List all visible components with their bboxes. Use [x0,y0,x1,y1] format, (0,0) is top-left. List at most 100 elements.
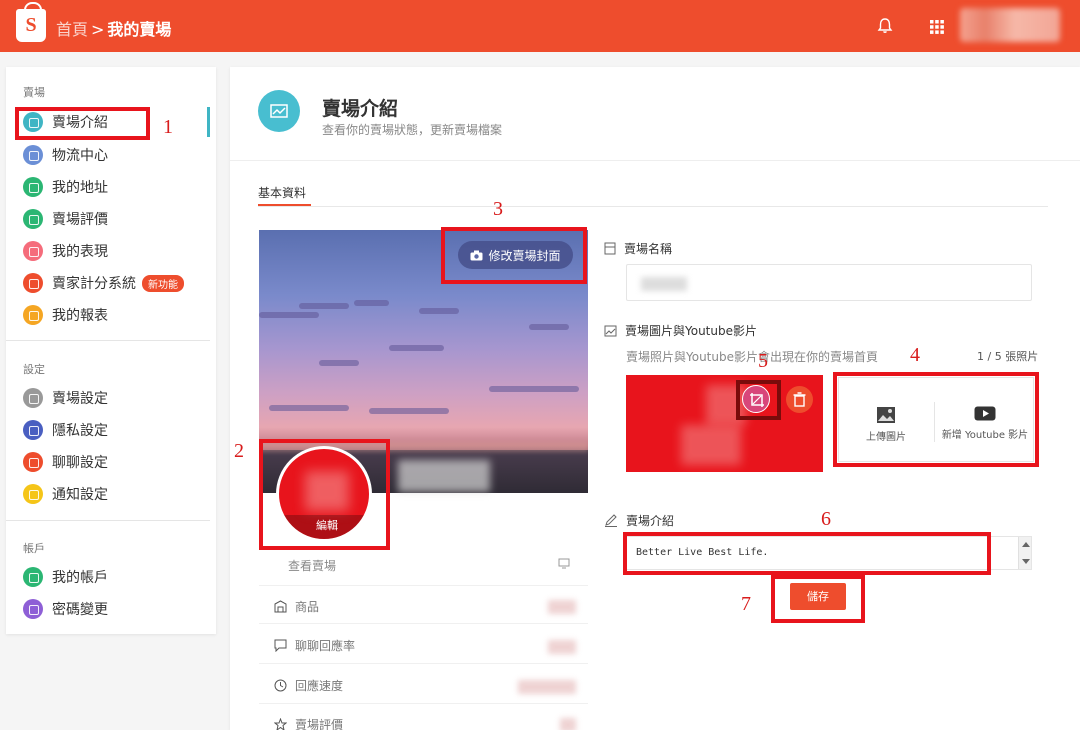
shop-intro-header-icon [258,90,300,132]
media-label: 賣場圖片與Youtube影片 [604,322,757,339]
stat-products: 商品 [274,598,319,615]
image-icon [604,325,617,336]
annotation-box-4 [833,372,1039,467]
location-icon [23,177,43,197]
sidebar-section-title: 帳戶 [23,542,45,555]
media-description: 賣場照片與Youtube影片會出現在你的賣場首頁 [626,350,878,364]
bell-icon[interactable] [876,17,894,35]
new-feature-badge: 新功能 [142,274,184,292]
intro-label-text: 賣場介紹 [626,514,675,528]
stat-label: 聊聊回應率 [295,639,356,653]
annotation-number-1: 1 [163,116,173,138]
sidebar-item-chat-settings[interactable]: 聊聊設定 [23,450,213,474]
stat-divider [259,703,588,704]
sidebar-item-ratings[interactable]: 賣場評價 [23,207,213,231]
key-icon [23,599,43,619]
sidebar-section-title: 賣場 [23,86,45,99]
page-subtitle: 查看你的賣場狀態，更新賣場檔案 [322,123,503,137]
annotation-box-7 [771,575,865,623]
breadcrumb: 首頁 > 我的賣場 [56,16,171,40]
annotation-number-7: 7 [741,593,751,615]
page-title: 賣場介紹 [322,98,399,120]
stat-value-blurred [548,640,576,654]
breadcrumb-current: 我的賣場 [107,20,172,39]
annotation-number-3: 3 [493,198,503,220]
sidebar-divider [6,520,210,521]
stat-rating: 賣場評價 [274,716,343,730]
chart-icon [23,241,43,261]
truck-icon [23,145,43,165]
store-sign-icon [604,242,616,255]
star-icon [23,209,43,229]
pencil-icon [605,514,617,527]
stat-divider [259,623,588,624]
sidebar-item-reports[interactable]: 我的報表 [23,303,213,327]
breadcrumb-home[interactable]: 首頁 [56,20,88,39]
stat-value-blurred [548,600,576,614]
sidebar-item-seller-score[interactable]: 賣家計分系統 新功能 [23,271,213,295]
intro-scrollbar[interactable] [1018,537,1031,569]
user-account-blurred[interactable] [960,8,1060,42]
annotation-number-6: 6 [821,508,831,530]
account-icon [23,567,43,587]
sidebar-item-label: 通知設定 [52,487,108,503]
sidebar-item-change-password[interactable]: 密碼變更 [23,597,213,621]
sidebar-item-label: 隱私設定 [52,423,108,439]
shop-name-input[interactable] [626,264,1032,301]
sidebar-item-privacy[interactable]: 隱私設定 [23,418,213,442]
annotation-number-5: 5 [758,350,768,372]
notification-icon [23,484,43,504]
sidebar-item-label: 我的帳戶 [52,570,108,586]
annotation-box-3 [441,227,587,284]
stat-divider [259,663,588,664]
report-icon [23,305,43,325]
view-shop-link[interactable]: 查看賣場 [288,557,336,574]
media-label-text: 賣場圖片與Youtube影片 [625,324,757,338]
top-bar: S 首頁 > 我的賣場 [0,0,1080,52]
sidebar-item-performance[interactable]: 我的表現 [23,239,213,263]
shop-name-label: 賣場名稱 [604,240,672,257]
header-divider [230,160,1080,161]
clock-icon [274,679,287,692]
gear-icon [23,388,43,408]
lock-icon [23,420,43,440]
breadcrumb-separator: > [91,20,105,39]
sidebar-item-label: 賣場評價 [52,212,108,228]
store-icon [274,600,287,613]
stat-value-blurred [518,680,576,694]
sidebar-item-label: 密碼變更 [52,602,108,618]
sidebar-item-label: 我的表現 [52,244,108,260]
chat-bubble-icon [274,639,287,652]
shop-name-label-text: 賣場名稱 [624,242,673,256]
annotation-box-6 [623,532,991,575]
tab-bar-line [258,206,1048,207]
stat-divider [259,585,588,586]
annotation-box-5 [736,380,781,420]
annotation-number-2: 2 [234,440,244,462]
annotation-number-4: 4 [910,344,920,366]
tab-basic-info[interactable]: 基本資料 [258,184,306,201]
monitor-icon[interactable] [558,558,570,569]
sidebar-divider [6,340,210,341]
sidebar-section-title: 設定 [23,363,45,376]
sidebar-item-label: 我的地址 [52,180,108,196]
annotation-box-1 [15,107,150,140]
shop-name-blurred [398,460,490,492]
lightning-icon [23,273,43,293]
star-outline-icon [274,718,287,730]
intro-label: 賣場介紹 [604,512,674,529]
sidebar-item-address[interactable]: 我的地址 [23,175,213,199]
sidebar-item-logistics[interactable]: 物流中心 [23,143,213,167]
sidebar-item-shop-settings[interactable]: 賣場設定 [23,386,213,410]
sidebar-item-my-account[interactable]: 我的帳戶 [23,565,213,589]
sidebar-item-notifications[interactable]: 通知設定 [23,482,213,506]
sidebar-item-label: 賣場設定 [52,391,108,407]
chat-icon [23,452,43,472]
annotation-box-2 [259,439,390,550]
stat-label: 商品 [295,600,320,614]
shopee-logo[interactable]: S [16,2,46,42]
delete-image-button[interactable] [786,386,813,413]
trash-icon [793,392,806,407]
stat-value-blurred [560,718,576,730]
apps-grid-icon[interactable] [929,19,945,35]
